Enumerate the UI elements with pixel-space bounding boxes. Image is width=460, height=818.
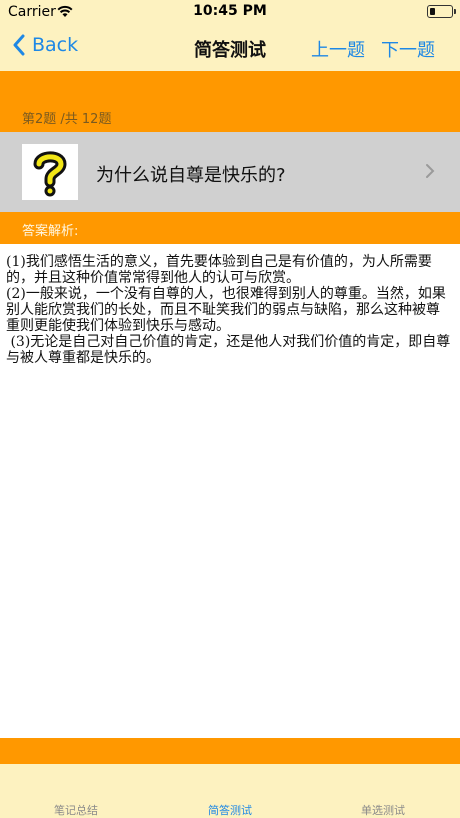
tab-bar: 笔记总结 简答测试 单选测试 [0, 764, 460, 818]
question-counter: 第2题 /共 12题 [22, 112, 112, 127]
tab-short-answer-test[interactable]: 简答测试 [180, 802, 280, 818]
answer-paragraph: (1)我们感悟生活的意义，首先要体验到自己是有价值的，为人所需要的，并且这种价值… [6, 254, 432, 286]
question-row[interactable]: 为什么说自尊是快乐的? [0, 132, 460, 212]
status-time: 10:45 PM [193, 3, 267, 19]
answer-label: 答案解析: [22, 224, 79, 239]
question-mark-icon [22, 144, 78, 200]
next-question-button[interactable]: 下一题 [381, 36, 435, 62]
bottom-band [0, 738, 460, 764]
answer-paragraph: (3)无论是自己对自己价值的肯定，还是他人对我们价值的肯定，即自尊与被人尊重都是… [6, 334, 451, 366]
status-bar: Carrier 10:45 PM [0, 0, 460, 24]
previous-question-button[interactable]: 上一题 [311, 36, 365, 62]
back-button[interactable]: Back [12, 34, 78, 56]
back-label: Back [32, 34, 79, 56]
tab-notes-summary[interactable]: 笔记总结 [26, 802, 126, 818]
battery-icon [427, 5, 456, 18]
navigation-bar: Back 简答测试 上一题 下一题 [0, 24, 460, 71]
answer-paragraph: (2)一般来说，一个没有自尊的人，也很难得到别人的尊重。当然，如果别人能欣赏我们… [6, 286, 446, 334]
chevron-left-icon [13, 34, 25, 56]
answer-text: (1)我们感悟生活的意义，首先要体验到自己是有价值的，为人所需要的，并且这种价值… [6, 254, 452, 366]
chevron-right-icon [426, 164, 435, 178]
question-header-band: 第2题 /共 12题 [0, 71, 460, 132]
question-text: 为什么说自尊是快乐的? [96, 165, 286, 186]
tab-single-choice-test[interactable]: 单选测试 [333, 802, 433, 818]
answer-header-band: 答案解析: [0, 212, 460, 244]
